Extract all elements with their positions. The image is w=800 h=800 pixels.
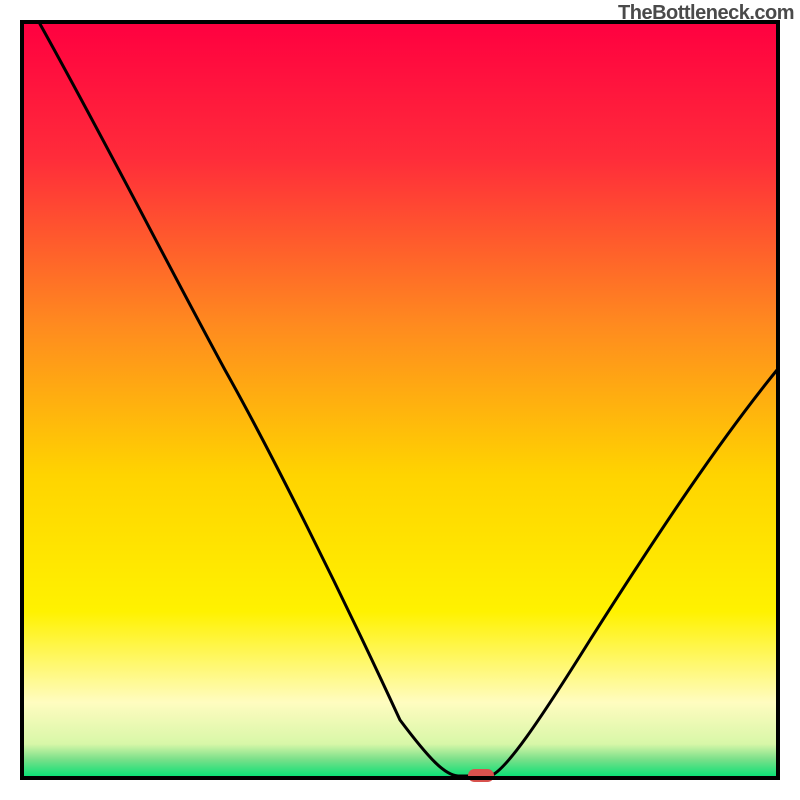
attribution-label: TheBottleneck.com <box>618 2 794 25</box>
optimal-marker <box>468 769 494 782</box>
plot-background <box>22 22 778 778</box>
bottleneck-chart <box>0 0 800 800</box>
